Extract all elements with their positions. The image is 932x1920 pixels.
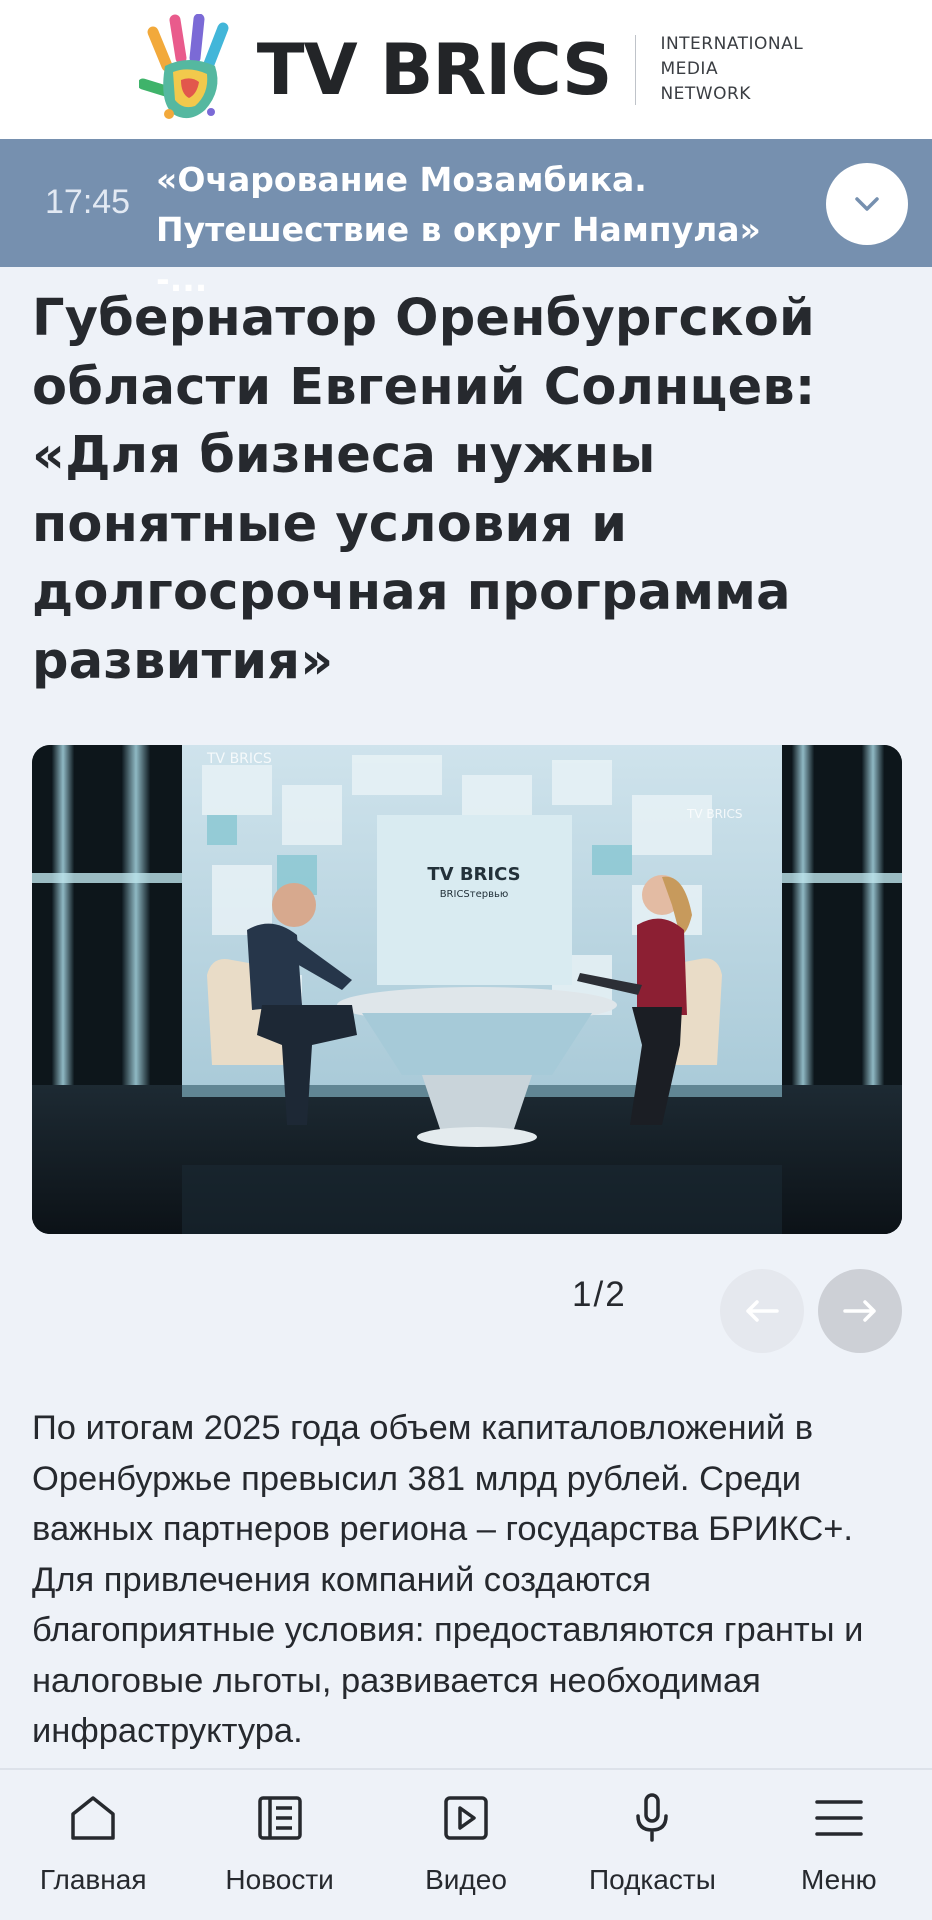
- news-icon: [257, 1796, 302, 1840]
- bottom-navigation: Главная Новости Видео Подкасты Меню: [0, 1768, 932, 1920]
- logo-tagline-line-2: MEDIA: [660, 59, 719, 79]
- nav-label-news: Новости: [225, 1864, 334, 1895]
- wall-logo-left: TV BRICS: [206, 751, 272, 767]
- nav-item-menu[interactable]: Меню: [746, 1770, 932, 1920]
- nav-item-video[interactable]: Видео: [373, 1770, 559, 1920]
- wall-logo-right: TV BRICS: [686, 807, 742, 821]
- gallery-separator: /: [593, 1275, 606, 1314]
- gallery-prev-button[interactable]: [720, 1269, 804, 1353]
- microphone-icon: [636, 1793, 669, 1842]
- gallery-total: 2: [605, 1275, 627, 1314]
- logo-divider: [635, 34, 637, 105]
- nav-label-home: Главная: [39, 1864, 147, 1895]
- gallery-counter: 1/2: [572, 1275, 627, 1315]
- gallery-current: 1: [572, 1275, 594, 1314]
- site-header: TV BRICS INTERNATIONAL MEDIA NETWORK: [0, 0, 932, 139]
- home-icon: [71, 1796, 115, 1840]
- page: TV BRICS INTERNATIONAL MEDIA NETWORK 17:…: [0, 0, 932, 1920]
- hand-logo-icon: [138, 13, 229, 119]
- article-body: По итогам 2025 года объем капиталовложен…: [32, 1409, 864, 1750]
- live-program-title[interactable]: «Очарование Мозамбика. Путешествие в окр…: [156, 155, 816, 305]
- tvbrics-logo[interactable]: TV BRICS INTERNATIONAL MEDIA NETWORK: [138, 13, 803, 126]
- logo-wordmark: TV BRICS: [256, 28, 613, 111]
- logo-tagline-line-3: NETWORK: [660, 84, 751, 104]
- chevron-down-icon: [855, 197, 879, 211]
- studio-logo-text: TV BRICS: [427, 864, 520, 885]
- article-headline: Губернатор Оренбургской области Евгений …: [32, 289, 816, 691]
- nav-label-podcasts: Подкасты: [589, 1864, 716, 1895]
- gallery-next-button[interactable]: [818, 1269, 902, 1353]
- arrow-left-icon: [746, 1300, 779, 1322]
- logo-tagline-line-1: INTERNATIONAL: [660, 34, 804, 54]
- article-photo[interactable]: TV BRICS BRICSтервью TV BRICS TV BRICS: [32, 745, 902, 1234]
- live-program-time: 17:45: [45, 183, 131, 221]
- nav-label-menu: Меню: [800, 1864, 877, 1895]
- logo-tagline: INTERNATIONAL MEDIA NETWORK: [660, 32, 803, 107]
- nav-item-news[interactable]: Новости: [186, 1770, 372, 1920]
- expand-schedule-button[interactable]: [826, 163, 908, 245]
- arrow-right-icon: [843, 1300, 876, 1322]
- nav-item-podcasts[interactable]: Подкасты: [559, 1770, 745, 1920]
- nav-label-video: Видео: [425, 1864, 507, 1895]
- studio-sub-text: BRICSтервью: [440, 889, 509, 900]
- menu-icon: [815, 1800, 863, 1836]
- live-program-bar[interactable]: 17:45 «Очарование Мозамбика. Путешествие…: [0, 139, 932, 299]
- video-icon: [444, 1796, 488, 1840]
- nav-item-home[interactable]: Главная: [0, 1770, 186, 1920]
